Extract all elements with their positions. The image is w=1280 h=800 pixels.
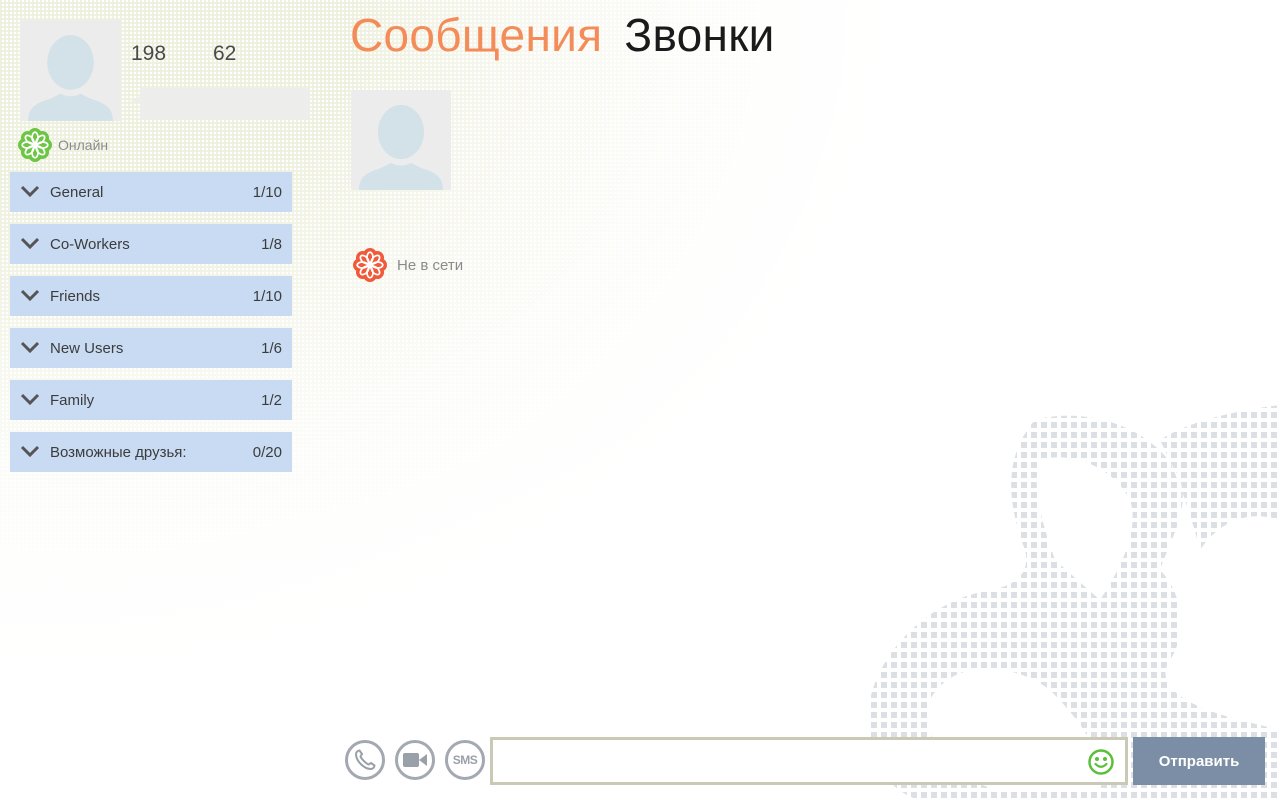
group-friends[interactable]: Friends 1/10 bbox=[10, 276, 292, 316]
chevron-down-icon bbox=[20, 237, 40, 250]
group-family[interactable]: Family 1/2 bbox=[10, 380, 292, 420]
group-count: 1/10 bbox=[252, 183, 282, 201]
phone-icon bbox=[355, 749, 376, 770]
own-presence-label: Онлайн bbox=[58, 137, 109, 153]
group-count: 1/8 bbox=[261, 235, 282, 253]
group-name: Возможные друзья: bbox=[50, 443, 187, 461]
stat-count-1: 198 bbox=[131, 42, 167, 65]
online-flower-icon bbox=[18, 128, 52, 162]
chevron-down-icon bbox=[20, 445, 40, 458]
group-possible-friends[interactable]: Возможные друзья: 0/20 bbox=[10, 432, 292, 472]
sms-button[interactable]: SMS bbox=[445, 740, 485, 780]
send-button[interactable]: Отправить bbox=[1133, 737, 1265, 785]
stat-count-2: 62 bbox=[213, 42, 237, 65]
offline-flower-icon bbox=[353, 248, 387, 282]
group-name: New Users bbox=[50, 339, 124, 357]
contact-avatar[interactable] bbox=[351, 90, 451, 190]
group-new-users[interactable]: New Users 1/6 bbox=[10, 328, 292, 368]
group-co-workers[interactable]: Co-Workers 1/8 bbox=[10, 224, 292, 264]
chevron-down-icon bbox=[20, 185, 40, 198]
user-silhouette-icon bbox=[20, 20, 121, 121]
own-presence[interactable]: Онлайн bbox=[18, 128, 108, 162]
message-field bbox=[490, 737, 1128, 785]
contact-groups-list: General 1/10 Co-Workers 1/8 Friends 1/10… bbox=[10, 172, 292, 484]
voice-call-button[interactable] bbox=[345, 740, 385, 780]
status-message-bubble[interactable] bbox=[130, 88, 310, 120]
message-input[interactable] bbox=[493, 740, 1125, 782]
sms-icon: SMS bbox=[452, 753, 478, 767]
main-tabs: Сообщения Звонки bbox=[350, 8, 775, 62]
user-silhouette-icon bbox=[351, 90, 451, 190]
tab-calls[interactable]: Звонки bbox=[624, 8, 774, 62]
contact-presence-label: Не в сети bbox=[397, 256, 464, 274]
smiley-icon[interactable] bbox=[1087, 748, 1115, 776]
group-name: Friends bbox=[50, 287, 101, 305]
video-camera-icon bbox=[403, 753, 427, 767]
profile-avatar[interactable] bbox=[20, 20, 121, 121]
tab-messages[interactable]: Сообщения bbox=[350, 8, 602, 62]
group-count: 1/6 bbox=[261, 339, 282, 357]
group-general[interactable]: General 1/10 bbox=[10, 172, 292, 212]
group-name: Co-Workers bbox=[50, 235, 130, 253]
chevron-down-icon bbox=[20, 289, 40, 302]
contact-presence: Не в сети bbox=[353, 248, 463, 282]
chevron-down-icon bbox=[20, 393, 40, 406]
group-count: 1/2 bbox=[261, 391, 282, 409]
video-call-button[interactable] bbox=[395, 740, 435, 780]
group-count: 0/20 bbox=[252, 443, 282, 461]
group-name: General bbox=[50, 183, 104, 201]
chevron-down-icon bbox=[20, 341, 40, 354]
group-name: Family bbox=[50, 391, 95, 409]
group-count: 1/10 bbox=[252, 287, 282, 305]
